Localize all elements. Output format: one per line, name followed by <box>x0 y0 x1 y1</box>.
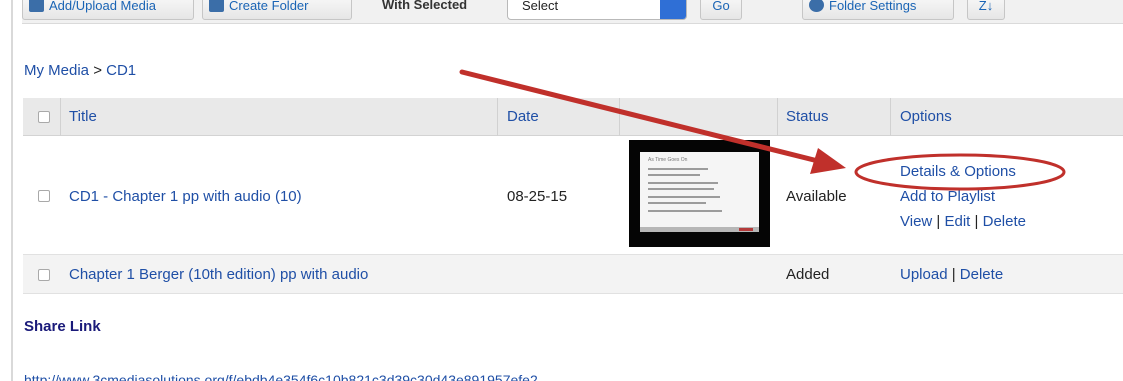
column-divider <box>619 98 620 136</box>
action-separator: | <box>974 213 979 230</box>
slide-text-line <box>648 182 718 184</box>
slide-text-line <box>648 196 720 198</box>
folder-settings-label: Folder Settings <box>829 0 917 13</box>
media-title-link[interactable]: CD1 - Chapter 1 pp with audio (10) <box>69 188 302 205</box>
media-title-link[interactable]: Chapter 1 Berger (10th edition) pp with … <box>69 266 368 283</box>
media-toolbar: Add/Upload Media Create Folder With Sele… <box>22 0 1123 24</box>
gear-icon <box>809 0 824 12</box>
column-header-date[interactable]: Date <box>507 108 539 125</box>
slide-text-line <box>648 188 714 190</box>
table-header: Title Date Status Options <box>23 98 1123 136</box>
add-to-playlist-link[interactable]: Add to Playlist <box>900 188 995 205</box>
upload-icon <box>29 0 44 12</box>
upload-media-label: Add/Upload Media <box>49 0 156 13</box>
chevron-down-icon <box>660 0 686 19</box>
column-divider <box>890 98 891 136</box>
breadcrumb-my-media[interactable]: My Media <box>24 62 89 79</box>
create-folder-label: Create Folder <box>229 0 309 13</box>
column-divider <box>497 98 498 136</box>
share-link-heading: Share Link <box>24 318 101 335</box>
left-border <box>11 0 13 381</box>
create-folder-button[interactable]: Create Folder <box>202 0 352 20</box>
delete-link[interactable]: Delete <box>960 266 1003 283</box>
media-date: 08-25-15 <box>507 188 568 205</box>
delete-link[interactable]: Delete <box>983 213 1026 230</box>
bulk-action-value: Select <box>522 0 559 13</box>
row-checkbox[interactable] <box>38 269 50 281</box>
column-divider <box>777 98 778 136</box>
row-actions: View | Edit | Delete <box>900 213 1026 230</box>
share-url[interactable]: http://www.3cmediasolutions.org/f/ebdb4e… <box>24 372 538 381</box>
media-thumbnail[interactable]: As Time Goes On <box>629 140 770 247</box>
column-header-options: Options <box>900 108 952 125</box>
slide-text-line <box>648 174 700 176</box>
upload-link[interactable]: Upload <box>900 266 948 283</box>
select-all-checkbox[interactable] <box>38 111 50 123</box>
table-row: Chapter 1 Berger (10th edition) pp with … <box>23 255 1123 294</box>
breadcrumb-separator: > <box>93 62 102 79</box>
view-link[interactable]: View <box>900 213 932 230</box>
column-header-status: Status <box>786 108 829 125</box>
slide-text-line <box>648 202 706 204</box>
slide-preview: As Time Goes On <box>640 152 759 232</box>
slide-text-line <box>648 168 708 170</box>
slide-footer-accent <box>739 228 753 231</box>
row-actions: Upload | Delete <box>900 266 1003 283</box>
go-button[interactable]: Go <box>700 0 742 20</box>
column-divider <box>60 98 61 136</box>
row-checkbox[interactable] <box>38 190 50 202</box>
table-row: CD1 - Chapter 1 pp with audio (10) 08-25… <box>23 136 1123 255</box>
with-selected-label: With Selected <box>382 0 468 12</box>
action-separator: | <box>951 266 956 283</box>
slide-text-line <box>648 210 722 212</box>
column-header-title[interactable]: Title <box>69 108 97 125</box>
folder-settings-button[interactable]: Folder Settings <box>802 0 954 20</box>
bulk-action-select[interactable]: Select <box>507 0 687 20</box>
upload-media-button[interactable]: Add/Upload Media <box>22 0 194 20</box>
sort-button[interactable]: Z↓ <box>967 0 1005 20</box>
media-status: Available <box>786 188 847 205</box>
folder-icon <box>209 0 224 12</box>
breadcrumb: My Media > CD1 <box>24 62 136 79</box>
edit-link[interactable]: Edit <box>945 213 971 230</box>
slide-title: As Time Goes On <box>648 157 688 163</box>
details-options-link[interactable]: Details & Options <box>900 163 1016 180</box>
breadcrumb-cd1[interactable]: CD1 <box>106 62 136 79</box>
media-status: Added <box>786 266 830 283</box>
action-separator: | <box>936 213 941 230</box>
